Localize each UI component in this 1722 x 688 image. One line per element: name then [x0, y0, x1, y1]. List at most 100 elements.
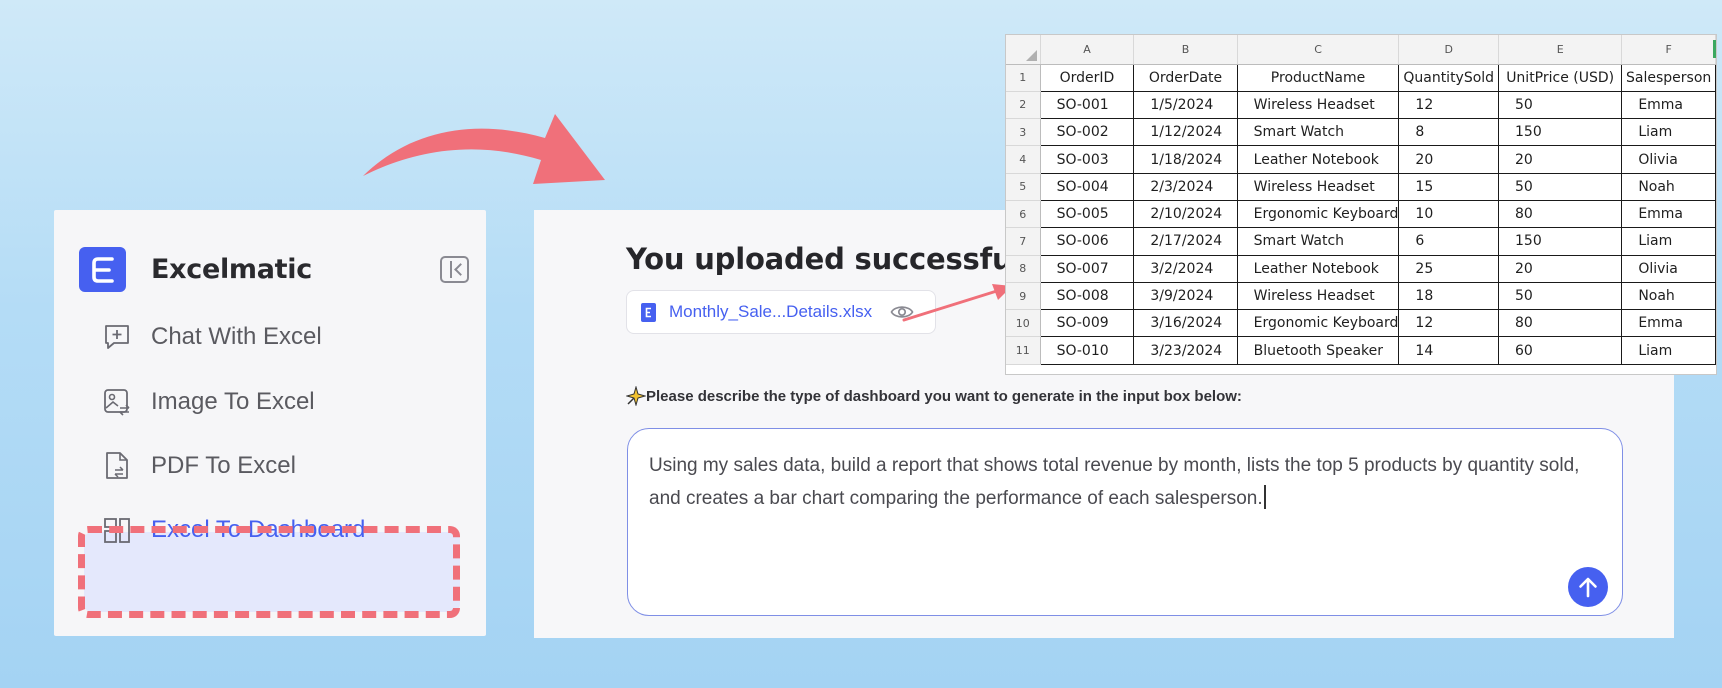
- table-cell[interactable]: 1/5/2024: [1133, 90, 1238, 120]
- row-number[interactable]: 2: [1006, 91, 1041, 120]
- table-cell[interactable]: Liam: [1621, 336, 1716, 365]
- table-cell[interactable]: SO-006: [1039, 227, 1135, 256]
- sidebar-item-chat-with-excel[interactable]: Chat With Excel: [101, 321, 322, 353]
- table-cell[interactable]: 20: [1398, 145, 1500, 174]
- table-cell[interactable]: 14: [1398, 336, 1500, 365]
- table-cell[interactable]: SO-004: [1039, 172, 1135, 201]
- row-number[interactable]: 6: [1006, 200, 1041, 229]
- row-number[interactable]: 10: [1006, 309, 1041, 338]
- header-cell[interactable]: QuantitySold: [1398, 63, 1500, 92]
- table-cell[interactable]: Olivia: [1621, 145, 1716, 174]
- row-number[interactable]: 11: [1006, 336, 1041, 365]
- table-cell[interactable]: 50: [1498, 172, 1623, 201]
- header-cell[interactable]: OrderID: [1039, 63, 1135, 92]
- sidebar-item-image-to-excel[interactable]: Image To Excel: [101, 386, 315, 418]
- header-cell[interactable]: ProductName: [1236, 63, 1400, 92]
- table-cell[interactable]: SO-009: [1039, 309, 1135, 338]
- table-cell[interactable]: Liam: [1621, 227, 1716, 256]
- table-cell[interactable]: 50: [1498, 281, 1623, 311]
- uploaded-file-chip[interactable]: Monthly_Sale...Details.xlsx: [626, 290, 936, 334]
- table-cell[interactable]: Leather Notebook: [1236, 254, 1400, 283]
- table-cell[interactable]: Wireless Headset: [1236, 90, 1400, 120]
- prompt-input-text[interactable]: Using my sales data, build a report that…: [649, 449, 1599, 515]
- brand-name: Excelmatic: [151, 254, 312, 285]
- table-cell[interactable]: Emma: [1621, 199, 1716, 229]
- table-cell[interactable]: 80: [1498, 309, 1623, 338]
- table-cell[interactable]: Smart Watch: [1236, 227, 1400, 256]
- file-name[interactable]: Monthly_Sale...Details.xlsx: [669, 302, 872, 322]
- table-cell[interactable]: SO-005: [1039, 199, 1135, 229]
- table-cell[interactable]: 80: [1498, 199, 1623, 229]
- table-cell[interactable]: 12: [1398, 90, 1500, 120]
- column-letter[interactable]: E: [1498, 35, 1623, 65]
- sidebar-item-label: PDF To Excel: [151, 452, 296, 479]
- table-cell[interactable]: 20: [1498, 254, 1623, 283]
- table-cell[interactable]: SO-002: [1039, 118, 1135, 147]
- row-number[interactable]: 1: [1006, 64, 1041, 92]
- table-cell[interactable]: 50: [1498, 90, 1623, 120]
- header-cell[interactable]: Salesperson: [1621, 63, 1716, 92]
- column-letter[interactable]: B: [1133, 35, 1238, 65]
- table-cell[interactable]: Noah: [1621, 172, 1716, 201]
- table-cell[interactable]: Wireless Headset: [1236, 172, 1400, 201]
- table-cell[interactable]: 12: [1398, 309, 1500, 338]
- table-cell[interactable]: Bluetooth Speaker: [1236, 336, 1400, 365]
- table-cell[interactable]: SO-003: [1039, 145, 1135, 174]
- brand[interactable]: Excelmatic: [79, 247, 312, 292]
- table-cell[interactable]: 2/17/2024: [1133, 227, 1238, 256]
- table-cell[interactable]: Wireless Headset: [1236, 281, 1400, 311]
- table-cell[interactable]: 150: [1498, 118, 1623, 147]
- table-cell[interactable]: 1/18/2024: [1133, 145, 1238, 174]
- table-cell[interactable]: 6: [1398, 227, 1500, 256]
- header-cell[interactable]: UnitPrice (USD): [1498, 63, 1623, 92]
- table-cell[interactable]: 60: [1498, 336, 1623, 365]
- table-cell[interactable]: Ergonomic Keyboard: [1236, 199, 1400, 229]
- table-cell[interactable]: 150: [1498, 227, 1623, 256]
- table-row: 10 SO-009 3/16/2024 Ergonomic Keyboard 12 80 E…: [1006, 309, 1716, 338]
- table-cell[interactable]: 2/3/2024: [1133, 172, 1238, 201]
- table-cell[interactable]: 3/9/2024: [1133, 281, 1238, 311]
- table-cell[interactable]: 3/2/2024: [1133, 254, 1238, 283]
- table-cell[interactable]: SO-008: [1039, 281, 1135, 311]
- table-cell[interactable]: SO-007: [1039, 254, 1135, 283]
- table-cell[interactable]: 3/16/2024: [1133, 309, 1238, 338]
- row-number[interactable]: 5: [1006, 173, 1041, 201]
- select-all-corner[interactable]: [1006, 35, 1041, 65]
- table-cell[interactable]: 3/23/2024: [1133, 336, 1238, 365]
- table-cell[interactable]: Ergonomic Keyboard: [1236, 309, 1400, 338]
- table-cell[interactable]: Leather Notebook: [1236, 145, 1400, 174]
- table-cell[interactable]: Noah: [1621, 281, 1716, 311]
- row-number[interactable]: 3: [1006, 118, 1041, 147]
- pointer-arrow-icon: [902, 284, 1012, 322]
- column-letter[interactable]: C: [1237, 35, 1400, 65]
- send-button[interactable]: [1568, 567, 1608, 607]
- column-letter[interactable]: F: [1621, 35, 1716, 65]
- prompt-input[interactable]: Using my sales data, build a report that…: [627, 428, 1623, 616]
- table-cell[interactable]: 20: [1498, 145, 1623, 174]
- table-cell[interactable]: SO-001: [1039, 90, 1135, 120]
- row-number[interactable]: 4: [1006, 145, 1041, 174]
- table-row: 9 SO-008 3/9/2024 Wireless Headset 18 50 Noah: [1006, 281, 1716, 311]
- table-cell[interactable]: Smart Watch: [1236, 118, 1400, 147]
- table-cell[interactable]: 10: [1398, 199, 1500, 229]
- table-cell[interactable]: SO-010: [1039, 336, 1135, 365]
- header-cell[interactable]: OrderDate: [1133, 63, 1238, 92]
- table-cell[interactable]: 25: [1398, 254, 1500, 283]
- sidebar-item-pdf-to-excel[interactable]: PDF To Excel: [101, 450, 296, 482]
- table-cell[interactable]: 2/10/2024: [1133, 199, 1238, 229]
- table-cell[interactable]: 8: [1398, 118, 1500, 147]
- table-cell[interactable]: Emma: [1621, 90, 1716, 120]
- row-number[interactable]: 9: [1006, 282, 1041, 311]
- column-letter[interactable]: D: [1398, 35, 1500, 65]
- curved-arrow-icon: [363, 114, 605, 184]
- table-cell[interactable]: Emma: [1621, 309, 1716, 338]
- table-cell[interactable]: 1/12/2024: [1133, 118, 1238, 147]
- table-cell[interactable]: Liam: [1621, 118, 1716, 147]
- table-cell[interactable]: 15: [1398, 172, 1500, 201]
- collapse-sidebar-icon[interactable]: [440, 256, 469, 283]
- column-letter[interactable]: A: [1040, 35, 1135, 65]
- table-cell[interactable]: Olivia: [1621, 254, 1716, 283]
- row-number[interactable]: 8: [1006, 255, 1041, 283]
- table-cell[interactable]: 18: [1398, 281, 1500, 311]
- row-number[interactable]: 7: [1006, 227, 1041, 256]
